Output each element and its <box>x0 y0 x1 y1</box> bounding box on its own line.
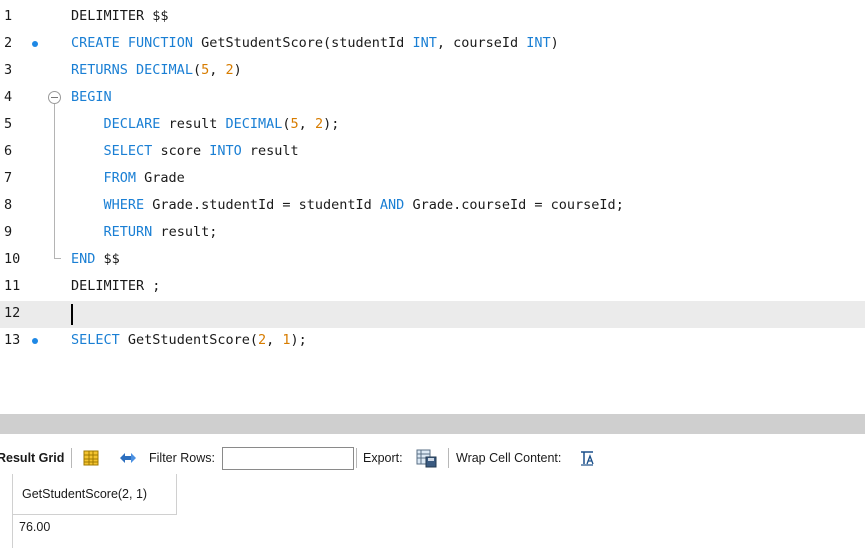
code-line: 5 DECLARE result DECIMAL(5, 2); <box>0 112 865 139</box>
code-line-current: 12 <box>0 301 865 328</box>
export-label: Export: <box>363 443 403 473</box>
line-number: 3 <box>4 62 13 78</box>
result-grid-label: Result Grid <box>0 451 65 465</box>
code-text: DECLARE result DECIMAL(5, 2); <box>103 116 340 132</box>
column-header-label: GetStudentScore(2, 1) <box>22 487 148 501</box>
line-number: 8 <box>4 197 13 213</box>
fold-collapse-icon[interactable] <box>48 91 61 104</box>
line-number: 2 <box>4 35 13 51</box>
wrap-text-icon <box>581 451 594 466</box>
result-toolbar: Result Grid Filter Rows: Export: Wrap Ce… <box>0 443 865 473</box>
code-text: SELECT GetStudentScore(2, 1); <box>71 332 307 348</box>
code-line: 6 SELECT score INTO result <box>0 139 865 166</box>
line-number: 4 <box>4 89 13 105</box>
wrap-cell-label: Wrap Cell Content: <box>456 443 561 473</box>
line-number: 12 <box>4 305 21 321</box>
code-line: 10 END $$ <box>0 247 865 274</box>
line-number: 13 <box>4 332 21 348</box>
line-number: 10 <box>4 251 21 267</box>
code-text: RETURNS DECIMAL(5, 2) <box>71 62 242 78</box>
sql-editor[interactable]: 1 DELIMITER $$ 2 CREATE FUNCTION GetStud… <box>0 0 865 410</box>
fold-end-icon <box>54 247 61 259</box>
export-text: Export: <box>363 451 403 465</box>
line-number: 11 <box>4 278 21 294</box>
wrap-cell-text: Wrap Cell Content: <box>456 451 562 465</box>
grid-cell[interactable]: 76.00 <box>12 515 177 548</box>
text-caret <box>71 304 73 325</box>
wrap-cell-button[interactable] <box>578 443 596 473</box>
code-text: DELIMITER ; <box>71 278 161 294</box>
grid-view-button[interactable] <box>82 443 100 473</box>
code-line: 7 FROM Grade <box>0 166 865 193</box>
code-text: DELIMITER $$ <box>71 8 169 24</box>
code-line: 9 RETURN result; <box>0 220 865 247</box>
refresh-button[interactable] <box>117 443 139 473</box>
code-line: 3 RETURNS DECIMAL(5, 2) <box>0 58 865 85</box>
code-line: 13 SELECT GetStudentScore(2, 1); <box>0 328 865 355</box>
code-text: WHERE Grade.studentId = studentId AND Gr… <box>103 197 624 213</box>
separator <box>71 448 72 468</box>
export-button[interactable] <box>416 443 438 473</box>
line-number: 7 <box>4 170 13 186</box>
code-text: SELECT score INTO result <box>103 143 299 159</box>
statement-marker-icon <box>32 338 38 344</box>
code-line: 8 WHERE Grade.studentId = studentId AND … <box>0 193 865 220</box>
filter-rows-input[interactable] <box>222 446 354 470</box>
statement-marker-icon <box>32 41 38 47</box>
line-number: 6 <box>4 143 13 159</box>
code-line: 11 DELIMITER ; <box>0 274 865 301</box>
filter-rows-text: Filter Rows: <box>149 451 215 465</box>
refresh-arrows-icon <box>120 453 136 463</box>
code-text: END $$ <box>71 251 120 267</box>
line-number: 9 <box>4 224 13 240</box>
code-text: RETURN result; <box>103 224 218 240</box>
column-header[interactable]: GetStudentScore(2, 1) <box>12 474 177 515</box>
filter-rows-field <box>222 443 354 473</box>
grid-view-icon <box>83 450 99 466</box>
code-line: 2 CREATE FUNCTION GetStudentScore(studen… <box>0 31 865 58</box>
result-grid-tab[interactable]: Result Grid <box>0 443 64 473</box>
cell-value: 76.00 <box>19 520 51 534</box>
separator <box>356 448 357 468</box>
separator <box>448 448 449 468</box>
panel-splitter[interactable] <box>0 414 865 434</box>
line-number: 1 <box>4 8 13 24</box>
code-text: BEGIN <box>71 89 112 105</box>
code-line: 4 BEGIN <box>0 85 865 112</box>
export-icon <box>416 449 437 468</box>
code-line: 1 DELIMITER $$ <box>0 4 865 31</box>
code-text: FROM Grade <box>103 170 185 186</box>
filter-rows-label: Filter Rows: <box>149 443 215 473</box>
result-grid: GetStudentScore(2, 1) 76.00 <box>0 474 865 548</box>
code-text: CREATE FUNCTION GetStudentScore(studentI… <box>71 35 559 51</box>
line-number: 5 <box>4 116 13 132</box>
